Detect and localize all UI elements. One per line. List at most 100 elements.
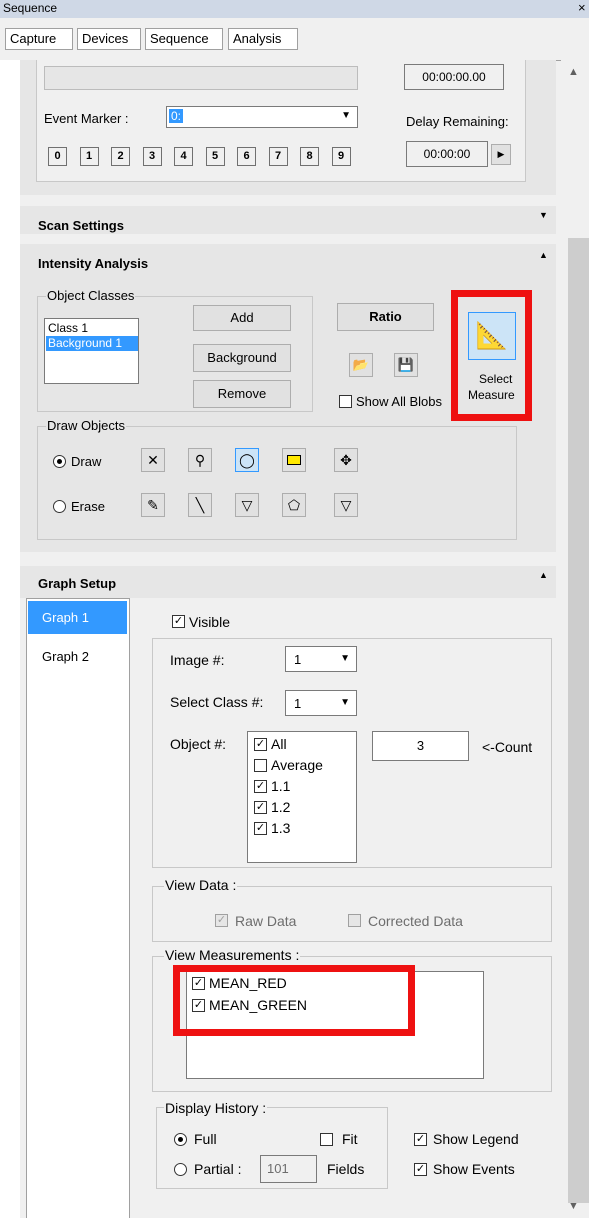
list-item[interactable]: Class 1 [48,321,88,335]
polygon-tool-icon[interactable]: ▽ [235,493,259,517]
highlight-measurements [173,965,415,1036]
visible-label: Visible [189,614,230,630]
object-checkbox[interactable] [254,759,267,772]
tab-sequence[interactable]: Sequence [145,28,223,50]
view-data-label: View Data : [164,877,238,893]
graph-2-item[interactable]: Graph 2 [28,640,127,673]
erase-radio[interactable] [53,500,66,513]
add-button[interactable]: Add [193,305,291,331]
draw-objects-label: Draw Objects [46,418,127,433]
close-icon[interactable]: × [578,0,586,15]
view-measurements-label: View Measurements : [164,947,301,963]
chevron-down-icon: ▼ [340,653,350,664]
event-marker-label: Event Marker : [44,111,129,126]
object-item-label: 1.3 [271,820,291,836]
image-value: 1 [294,652,302,667]
marker-button-9[interactable]: 9 [331,147,351,166]
select-class-label: Select Class #: [170,694,264,710]
highlight-select-measure [451,290,532,421]
window-title: Sequence [3,1,58,15]
marker-button-2[interactable]: 2 [111,147,130,166]
save-icon[interactable]: 💾 [394,353,418,377]
marker-button-3[interactable]: 3 [142,147,162,166]
object-checkbox[interactable]: ✓ [254,780,267,793]
collapse-icon[interactable]: ▼ [539,210,548,220]
count-field[interactable]: 3 [372,731,469,761]
raw-data-checkbox[interactable]: ✓ [215,914,228,927]
marker-button-5[interactable]: 5 [205,147,225,166]
show-all-blobs-checkbox[interactable] [339,395,352,408]
partial-radio[interactable] [174,1163,187,1176]
rectangle-tool-icon[interactable] [282,448,306,472]
edit-tool-icon[interactable]: ✎ [141,493,165,517]
object-item-label: 1.2 [271,799,291,815]
play-icon[interactable]: ▶ [491,144,511,165]
raw-data-label: Raw Data [235,913,297,929]
object-checkbox[interactable]: ✓ [254,738,267,751]
full-label: Full [194,1131,217,1147]
graph-1-item[interactable]: Graph 1 [28,601,127,634]
event-marker-select[interactable]: 0: ▼ [166,106,358,128]
partial-fields-input[interactable]: 101 [260,1155,317,1183]
title-bar: Sequence × [0,0,589,18]
scrollbar-thumb[interactable] [568,238,589,1203]
tab-devices[interactable]: Devices [77,28,141,50]
corrected-data-checkbox[interactable] [348,914,361,927]
marker-button-6[interactable]: 6 [237,147,256,166]
show-legend-checkbox[interactable]: ✓ [414,1133,427,1146]
line-tool-icon[interactable]: ╲ [188,493,212,517]
object-item-label: 1.1 [271,778,291,794]
expand-icon[interactable]: ▲ [539,250,548,260]
open-folder-icon[interactable]: 📂 [349,353,373,377]
background-button[interactable]: Background [193,344,291,372]
count-label: <-Count [482,739,533,755]
partial-label: Partial : [194,1161,242,1177]
display-history-label: Display History : [164,1100,268,1116]
full-radio[interactable] [174,1133,187,1146]
marker-button-0[interactable]: 0 [48,147,67,166]
object-checkbox[interactable]: ✓ [254,822,267,835]
pointer-tool-icon[interactable]: ⚲ [188,448,212,472]
tab-analysis[interactable]: Analysis [228,28,298,50]
object-item-label: Average [271,757,323,773]
marker-button-8[interactable]: 8 [300,147,319,166]
freehand-tool-icon[interactable]: ⬠ [282,493,306,517]
select-class-select[interactable]: 1 ▼ [285,690,357,716]
chevron-down-icon: ▼ [341,110,351,121]
polyline-tool-icon[interactable]: ▽ [334,493,358,517]
draw-label: Draw [71,454,102,469]
remove-button[interactable]: Remove [193,380,291,408]
marker-button-1[interactable]: 1 [79,147,99,166]
ellipse-tool-icon[interactable]: ◯ [235,448,259,472]
fit-checkbox[interactable] [320,1133,333,1146]
draw-radio[interactable] [53,455,66,468]
marker-button-7[interactable]: 7 [268,147,288,166]
fields-label: Fields [327,1161,365,1177]
graph-setup-title: Graph Setup [38,576,117,591]
show-legend-label: Show Legend [433,1131,519,1147]
expand-icon[interactable]: ▲ [539,570,548,580]
object-checkbox[interactable]: ✓ [254,801,267,814]
fit-label: Fit [342,1131,358,1147]
show-events-label: Show Events [433,1161,515,1177]
draw-objects-group [37,426,517,540]
marker-button-4[interactable]: 4 [174,147,193,166]
ratio-button[interactable]: Ratio [337,303,434,331]
graph-list [26,598,130,1218]
tab-capture[interactable]: Capture [5,28,73,50]
event-marker-value: 0: [169,109,184,123]
scroll-up-icon[interactable]: ▲ [568,66,579,78]
list-item-selected[interactable]: Background 1 [46,336,138,351]
intensity-analysis-title: Intensity Analysis [38,256,149,271]
image-select[interactable]: 1 ▼ [285,646,357,672]
class-list[interactable]: Class 1 Background 1 [44,318,139,384]
visible-checkbox[interactable]: ✓ [172,615,185,628]
show-events-checkbox[interactable]: ✓ [414,1163,427,1176]
move-tool-icon[interactable]: ✥ [334,448,358,472]
delay-display: 00:00:00 [406,141,488,167]
erase-label: Erase [71,499,105,514]
object-label: Object #: [170,736,227,752]
delete-tool-icon[interactable]: ✕ [141,448,165,472]
progress-bar [44,66,358,90]
image-label: Image #: [170,652,225,668]
